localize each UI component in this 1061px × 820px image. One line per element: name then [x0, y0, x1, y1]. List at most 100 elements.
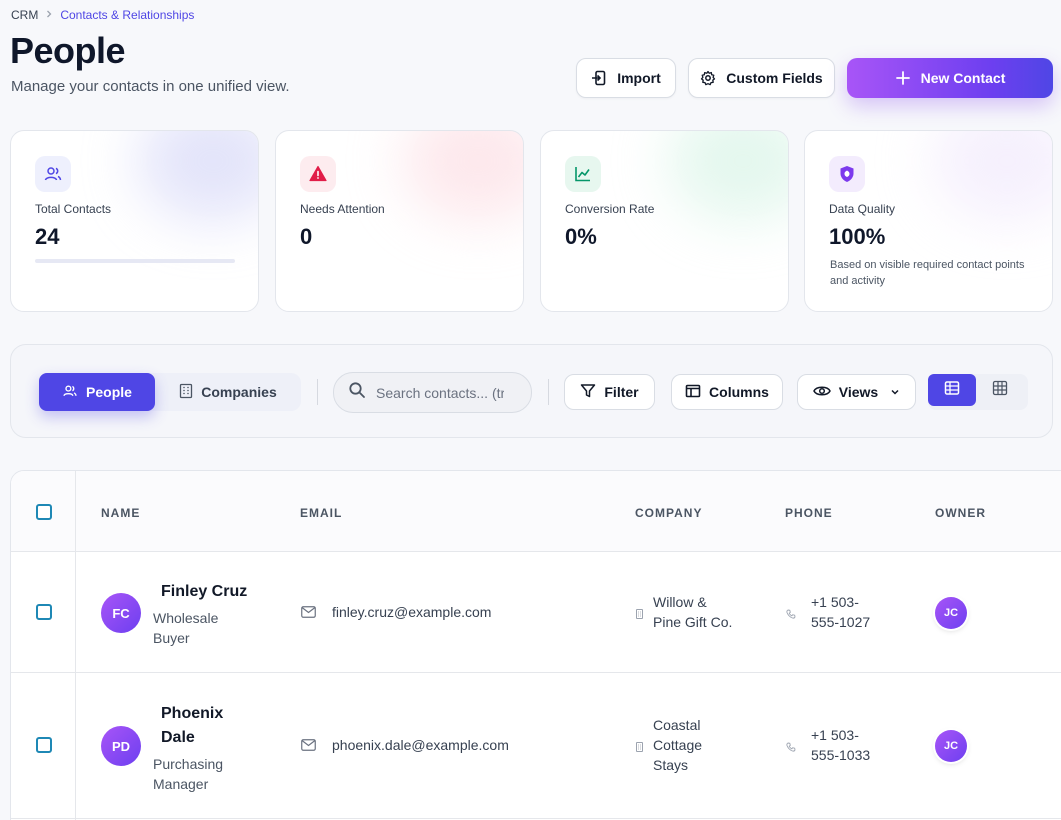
contact-email[interactable]: phoenix.dale@example.com — [332, 737, 509, 753]
contacts-table: NAME EMAIL COMPANY PHONE OWNER FC Finley… — [10, 470, 1061, 820]
stat-value: 0 — [300, 224, 313, 249]
column-header-email[interactable]: EMAIL — [300, 506, 342, 520]
breadcrumb-root[interactable]: CRM — [11, 8, 38, 22]
page-title: People — [10, 30, 126, 71]
table-row[interactable]: PD Phoenix Dale Purchasing Manager phoen… — [11, 673, 1061, 819]
building-icon — [636, 739, 643, 757]
contact-name[interactable]: Finley Cruz — [161, 580, 247, 604]
plus-icon — [895, 70, 911, 86]
views-label: Views — [838, 384, 879, 400]
import-label: Import — [617, 70, 661, 86]
new-contact-button[interactable]: New Contact — [847, 58, 1053, 98]
row-checkbox[interactable] — [36, 737, 52, 753]
search-input[interactable] — [376, 384, 504, 401]
avatar: FC — [101, 593, 141, 633]
table-view-button[interactable] — [928, 374, 976, 406]
users-icon — [35, 156, 71, 192]
filter-icon — [580, 383, 596, 402]
owner-avatar[interactable]: JC — [935, 597, 967, 629]
columns-label: Columns — [709, 384, 769, 400]
stat-progress-bar — [35, 259, 235, 263]
stat-label: Data Quality — [829, 202, 896, 216]
custom-fields-label: Custom Fields — [726, 70, 823, 86]
avatar: PD — [101, 726, 141, 766]
filter-label: Filter — [604, 384, 639, 400]
tab-companies-label: Companies — [201, 384, 277, 400]
company-line3: Stays — [653, 757, 689, 773]
stat-label: Total Contacts — [35, 202, 112, 216]
gear-icon — [700, 70, 716, 86]
chevron-right-icon — [44, 8, 54, 22]
mail-icon — [301, 738, 316, 756]
mail-icon — [301, 605, 316, 623]
toolbar-divider — [317, 379, 318, 405]
tab-people-label: People — [86, 384, 132, 400]
table-row[interactable]: FC Finley Cruz Wholesale Buyer finley.cr… — [11, 552, 1061, 673]
contact-name-line2[interactable]: Dale — [161, 726, 195, 750]
building-icon — [636, 606, 643, 624]
row-checkbox[interactable] — [36, 604, 52, 620]
import-button[interactable]: Import — [576, 58, 676, 98]
stat-card-needs-attention: Needs Attention 0 — [275, 130, 524, 312]
contact-role-line1: Purchasing — [153, 756, 224, 772]
new-contact-label: New Contact — [920, 70, 1006, 86]
phone-icon — [786, 606, 796, 624]
stat-value: 0% — [565, 224, 597, 249]
breadcrumb: CRM Contacts & Relationships — [11, 8, 194, 22]
shield-icon — [829, 156, 865, 192]
phone-icon — [786, 739, 796, 757]
page-subtitle: Manage your contacts in one unified view… — [11, 78, 290, 95]
column-header-name[interactable]: NAME — [101, 506, 140, 520]
search-icon — [348, 381, 366, 404]
phone-line1: +1 503- — [811, 727, 859, 743]
table-header: NAME EMAIL COMPANY PHONE OWNER — [11, 471, 1061, 552]
column-header-company[interactable]: COMPANY — [635, 506, 702, 520]
chevron-down-icon — [890, 384, 900, 400]
filter-button[interactable]: Filter — [564, 374, 655, 410]
company-line2: Cottage — [653, 737, 703, 753]
company-line1: Coastal — [653, 717, 701, 733]
column-header-owner[interactable]: OWNER — [935, 506, 986, 520]
contact-role-line2: Manager — [153, 776, 209, 792]
stat-value: 24 — [35, 224, 60, 249]
stat-value: 100% — [829, 224, 886, 249]
users-icon — [62, 383, 78, 402]
import-icon — [591, 70, 607, 86]
select-all-checkbox[interactable] — [36, 504, 52, 520]
company-line1: Willow & — [653, 594, 707, 610]
phone-line1: +1 503- — [811, 594, 859, 610]
grid-view-button[interactable] — [976, 374, 1024, 406]
columns-button[interactable]: Columns — [671, 374, 783, 410]
toolbar-divider — [548, 379, 549, 405]
trend-icon — [565, 156, 601, 192]
toolbar: People Companies Filter Columns Views — [10, 344, 1053, 438]
phone-line2: 555-1027 — [811, 614, 871, 630]
contact-role-line1: Wholesale — [153, 610, 219, 626]
phone-line2: 555-1033 — [811, 747, 871, 763]
tab-people[interactable]: People — [39, 373, 155, 411]
company-line2: Pine Gift Co. — [653, 614, 733, 630]
stat-note: Based on visible required contact points… — [830, 259, 1025, 287]
contact-email[interactable]: finley.cruz@example.com — [332, 604, 491, 620]
building-icon — [179, 383, 193, 402]
stat-label: Needs Attention — [300, 202, 385, 216]
contact-name-line1[interactable]: Phoenix — [161, 702, 223, 726]
owner-avatar[interactable]: JC — [935, 730, 967, 762]
table-icon — [944, 380, 960, 401]
tab-companies[interactable]: Companies — [165, 373, 291, 411]
contact-role-line2: Buyer — [153, 630, 190, 646]
warning-icon — [300, 156, 336, 192]
breadcrumb-current[interactable]: Contacts & Relationships — [60, 8, 194, 22]
views-dropdown[interactable]: Views — [797, 374, 916, 410]
stat-label: Conversion Rate — [565, 202, 655, 216]
column-header-phone[interactable]: PHONE — [785, 506, 833, 520]
columns-icon — [685, 383, 701, 402]
grid-icon — [992, 380, 1008, 401]
stat-card-data-quality: Data Quality 100% Based on visible requi… — [804, 130, 1053, 312]
stat-card-total-contacts: Total Contacts 24 — [10, 130, 259, 312]
entity-tabs: People Companies — [39, 373, 301, 411]
view-toggle — [928, 374, 1028, 410]
eye-icon — [812, 384, 831, 401]
custom-fields-button[interactable]: Custom Fields — [688, 58, 835, 98]
stat-card-conversion-rate: Conversion Rate 0% — [540, 130, 789, 312]
